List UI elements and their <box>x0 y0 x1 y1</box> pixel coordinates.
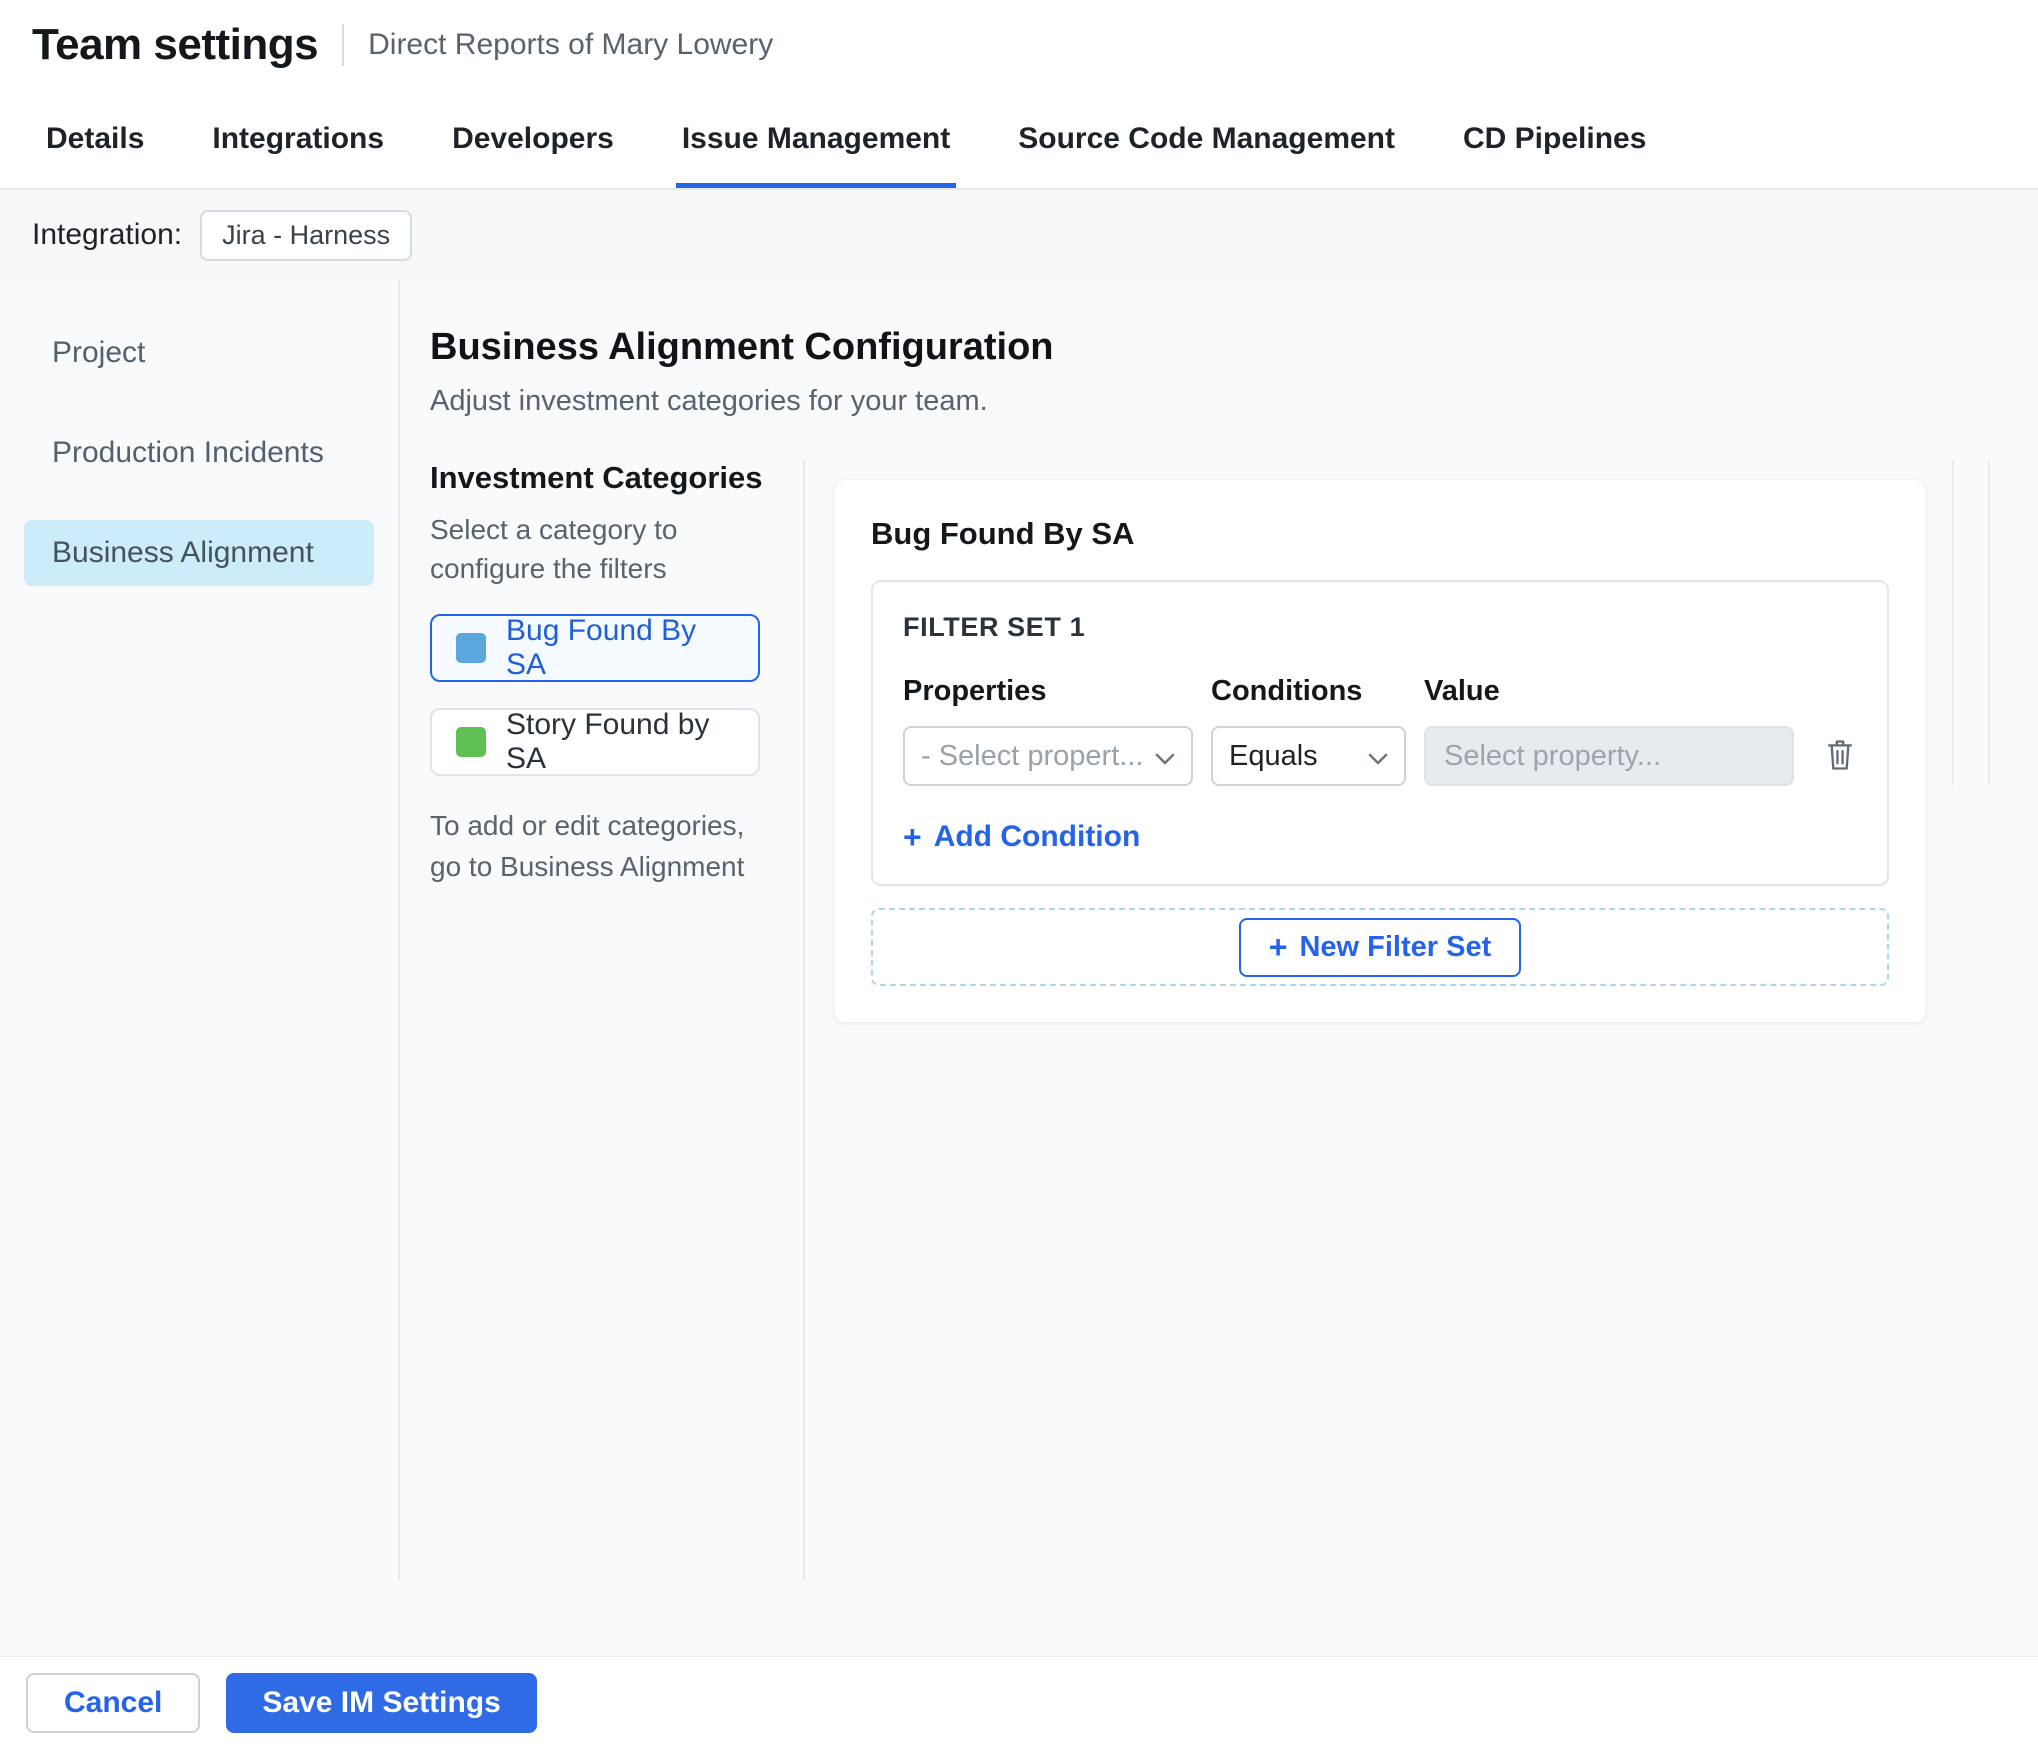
footer-bar: Cancel Save IM Settings <box>0 1656 2038 1748</box>
title-divider <box>342 24 345 66</box>
cancel-button[interactable]: Cancel <box>26 1672 201 1733</box>
condition-select-value: Equals <box>1229 739 1318 772</box>
category-config-card: Bug Found By SA FILTER SET 1 Properties … <box>835 480 1925 1022</box>
value-input[interactable] <box>1424 726 1794 786</box>
filter-panel-column: Bug Found By SA FILTER SET 1 Properties … <box>805 460 2038 1580</box>
main-panel: Business Alignment Configuration Adjust … <box>400 280 2038 1580</box>
card-title: Bug Found By SA <box>871 516 1135 551</box>
new-filter-set-button[interactable]: + New Filter Set <box>1238 917 1522 977</box>
filter-set-box: FILTER SET 1 Properties Conditions Value… <box>871 580 1889 886</box>
investment-categories-hint: Select a category to configure the filte… <box>430 514 678 585</box>
page-title: Team settings <box>32 20 319 69</box>
subnav-item-business-alignment[interactable]: Business Alignment <box>24 520 374 586</box>
plus-icon: + <box>1268 929 1288 965</box>
config-columns: Investment Categories Select a category … <box>430 460 2038 1580</box>
categories-note: To add or edit categories, go to Busines… <box>430 810 745 882</box>
add-condition-label: Add Condition <box>933 820 1141 853</box>
integration-row: Integration: Jira - Harness <box>0 190 2038 280</box>
filter-condition-row: - Select propert... Equals <box>903 726 1857 786</box>
investment-categories-heading: Investment Categories <box>430 460 763 495</box>
filter-headers-row: Properties Conditions Value <box>903 675 1857 708</box>
investment-categories-column: Investment Categories Select a category … <box>430 460 805 1580</box>
category-bug-found-by-sa[interactable]: Bug Found By SA <box>430 614 760 683</box>
tab-cd-pipelines[interactable]: CD Pipelines <box>1457 90 1652 188</box>
scrollbar-track[interactable] <box>1952 460 1990 785</box>
settings-subnav: Project Production Incidents Business Al… <box>0 280 400 1580</box>
category-color-swatch <box>456 633 486 664</box>
integration-label: Integration: <box>32 218 183 251</box>
tab-issue-management[interactable]: Issue Management <box>675 90 957 188</box>
tab-developers[interactable]: Developers <box>446 90 620 188</box>
page-header: Team settings Direct Reports of Mary Low… <box>0 0 2038 90</box>
filter-set-title: FILTER SET 1 <box>903 612 1086 642</box>
footer-spacer <box>0 1580 2038 1656</box>
plus-icon: + <box>903 819 922 855</box>
property-select-placeholder: - Select propert... <box>921 739 1144 772</box>
chevron-down-icon <box>1155 740 1175 773</box>
integration-chip: Jira - Harness <box>200 209 413 261</box>
tab-details[interactable]: Details <box>40 90 150 188</box>
chevron-down-icon <box>1368 740 1388 773</box>
subnav-item-production-incidents[interactable]: Production Incidents <box>24 420 374 486</box>
save-im-settings-button[interactable]: Save IM Settings <box>226 1672 537 1733</box>
new-filter-set-label: New Filter Set <box>1299 930 1492 963</box>
tab-integrations[interactable]: Integrations <box>206 90 390 188</box>
content-area: Project Production Incidents Business Al… <box>0 280 2038 1580</box>
tab-bar: Details Integrations Developers Issue Ma… <box>0 90 2038 190</box>
category-color-swatch <box>456 727 486 758</box>
category-label: Story Found by SA <box>506 708 710 776</box>
condition-select[interactable]: Equals <box>1211 726 1406 786</box>
category-label: Bug Found By SA <box>506 614 697 682</box>
properties-column-header: Properties <box>903 675 1047 707</box>
trash-icon <box>1824 737 1856 776</box>
tab-source-code-management[interactable]: Source Code Management <box>1012 90 1401 188</box>
property-select[interactable]: - Select propert... <box>903 726 1193 786</box>
delete-condition-button[interactable] <box>1824 737 1856 776</box>
subnav-item-project[interactable]: Project <box>24 320 374 386</box>
page-subtitle: Direct Reports of Mary Lowery <box>368 28 774 61</box>
section-subtitle: Adjust investment categories for your te… <box>430 385 988 417</box>
value-column-header: Value <box>1424 675 1500 707</box>
category-story-found-by-sa[interactable]: Story Found by SA <box>430 708 760 777</box>
new-filter-set-dropzone: + New Filter Set <box>871 908 1889 986</box>
section-title: Business Alignment Configuration <box>430 326 1054 368</box>
add-condition-button[interactable]: + Add Condition <box>903 820 1140 854</box>
conditions-column-header: Conditions <box>1211 675 1363 707</box>
